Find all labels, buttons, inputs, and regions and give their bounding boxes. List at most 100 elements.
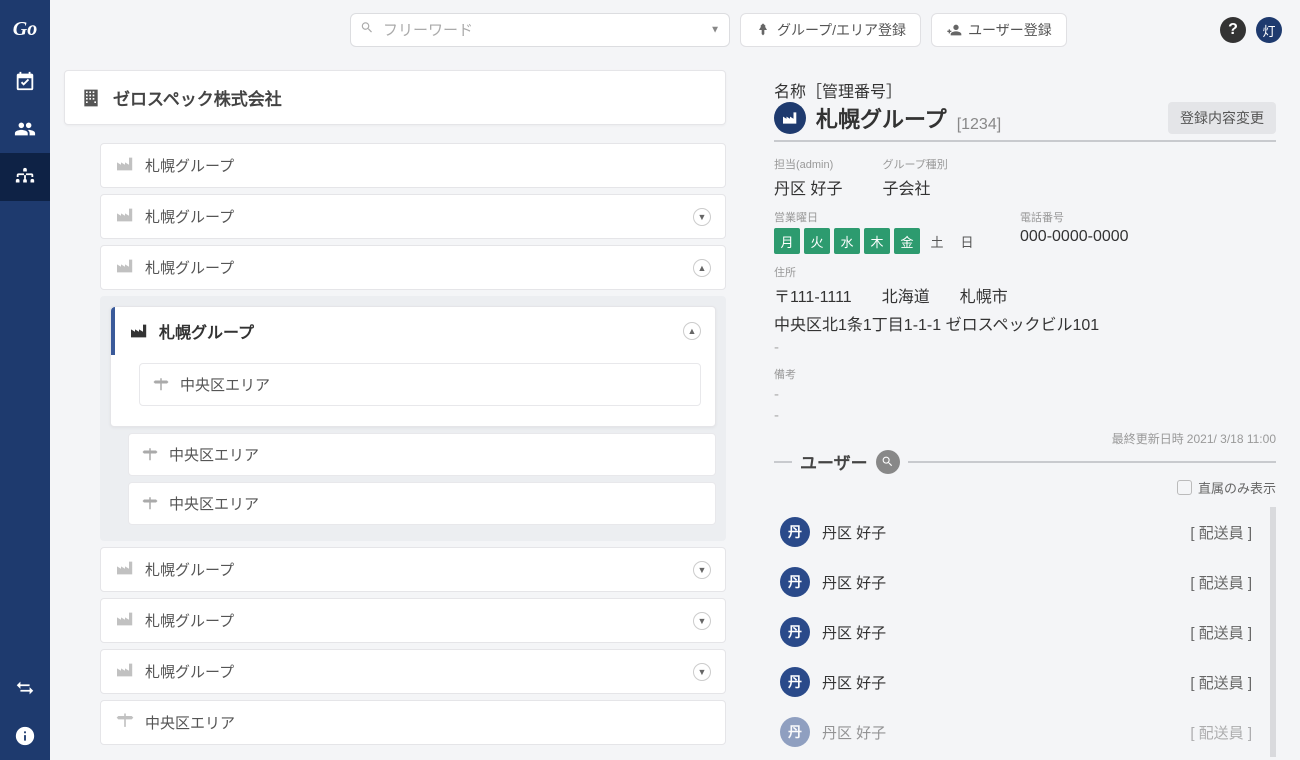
building-icon xyxy=(81,88,101,108)
user-name: 丹区 好子 xyxy=(822,522,886,543)
users-icon xyxy=(14,118,36,140)
detail-grid-2: 営業曜日 月 火 水 木 金 土 日 電話番号 000-0000-0000 xyxy=(774,209,1276,254)
type-field: グループ種別 子会社 xyxy=(882,156,947,199)
arrows-icon xyxy=(14,677,36,699)
info-icon xyxy=(14,725,36,747)
detail-grid: 担当(admin) 丹区 好子 グループ種別 子会社 xyxy=(774,156,1276,199)
detail-header: 札幌グループ [1234] 登録内容変更 xyxy=(774,102,1276,142)
avatar: 丹 xyxy=(780,567,810,597)
factory-icon xyxy=(115,662,135,682)
user-row[interactable]: 丹 丹区 好子 [ 配送員 ] xyxy=(774,607,1258,657)
factory-icon xyxy=(115,207,135,227)
day-fri: 金 xyxy=(894,228,920,254)
caret-down-icon[interactable]: ▼ xyxy=(710,25,720,36)
direct-only-label: 直属のみ表示 xyxy=(1198,478,1276,497)
address-block: 住所 〒111-1111 北海道 札幌市 中央区北1条1丁目1-1-1 ゼロスペ… xyxy=(774,264,1276,356)
btn-label: ユーザー登録 xyxy=(968,20,1052,40)
group-label: 札幌グループ xyxy=(145,610,234,631)
nav-users[interactable] xyxy=(0,105,50,153)
expand-toggle[interactable]: ▼ xyxy=(693,612,711,630)
factory-icon xyxy=(129,323,149,339)
nav-calendar[interactable] xyxy=(0,57,50,105)
prefecture: 北海道 xyxy=(882,283,930,307)
group-label: 札幌グループ xyxy=(145,257,234,278)
group-label: 札幌グループ xyxy=(145,559,234,580)
user-name: 丹区 好子 xyxy=(822,722,886,743)
pin-icon xyxy=(755,22,771,38)
search-input[interactable] xyxy=(350,13,730,47)
selected-group-row[interactable]: 札幌グループ ▲ xyxy=(111,307,715,355)
day-sat: 土 xyxy=(924,228,950,254)
zip: 〒111-1111 xyxy=(774,283,852,307)
group-row[interactable]: 札幌グループ ▼ xyxy=(100,598,726,643)
field-label: 備考 xyxy=(774,366,1276,382)
btn-label: グループ/エリア登録 xyxy=(777,20,906,40)
group-label: 札幌グループ xyxy=(145,155,234,176)
user-row[interactable]: 丹 丹区 好子 [ 配送員 ] xyxy=(774,507,1258,557)
group-row[interactable]: 札幌グループ ▼ xyxy=(100,194,726,239)
area-row[interactable]: 中央区エリア xyxy=(128,433,716,476)
group-row-expanded[interactable]: 札幌グループ ▲ xyxy=(100,245,726,290)
group-row[interactable]: 札幌グループ ▼ xyxy=(100,649,726,694)
divider xyxy=(774,461,792,463)
area-row[interactable]: 中央区エリア xyxy=(100,700,726,745)
days-row: 月 火 水 木 金 土 日 xyxy=(774,228,980,254)
user-section: ユーザー 直属のみ表示 丹 丹区 好子 [ 配送員 ] xyxy=(774,449,1276,757)
factory-icon xyxy=(115,156,135,176)
user-search-button[interactable] xyxy=(876,450,900,474)
nav-transfer[interactable] xyxy=(0,664,50,712)
area-row[interactable]: 中央区エリア xyxy=(139,363,701,406)
avatar: 丹 xyxy=(780,617,810,647)
topbar-right: ? 灯 xyxy=(1220,17,1282,43)
section-title: ユーザー xyxy=(800,449,868,474)
user-plus-icon xyxy=(946,22,962,38)
nav-org[interactable] xyxy=(0,153,50,201)
collapse-toggle[interactable]: ▲ xyxy=(693,259,711,277)
day-sun: 日 xyxy=(954,228,980,254)
tree-nested-card: 札幌グループ ▲ 中央区エリア xyxy=(110,306,716,427)
day-wed: 水 xyxy=(834,228,860,254)
empty-line: - xyxy=(774,339,1276,356)
collapse-toggle[interactable]: ▲ xyxy=(683,322,701,340)
day-thu: 木 xyxy=(864,228,890,254)
expand-toggle[interactable]: ▼ xyxy=(693,663,711,681)
direct-only-filter: 直属のみ表示 xyxy=(774,478,1276,497)
content: ゼロスペック株式会社 札幌グループ 札幌グループ ▼ 札幌グループ ▲ xyxy=(50,60,1300,760)
company-header[interactable]: ゼロスペック株式会社 xyxy=(64,70,726,125)
user-row[interactable]: 丹 丹区 好子 [ 配送員 ] xyxy=(774,557,1258,607)
expand-toggle[interactable]: ▼ xyxy=(693,208,711,226)
user-row[interactable]: 丹 丹区 好子 [ 配送員 ] xyxy=(774,657,1258,707)
nav-info[interactable] xyxy=(0,712,50,760)
group-badge xyxy=(774,102,806,134)
city: 札幌市 xyxy=(960,283,1008,307)
factory-icon xyxy=(781,111,799,125)
field-label: グループ種別 xyxy=(882,156,947,172)
register-group-area-button[interactable]: グループ/エリア登録 xyxy=(740,13,921,47)
direct-only-checkbox[interactable] xyxy=(1177,480,1192,495)
user-role: [ 配送員 ] xyxy=(1190,522,1252,543)
search-wrap: ▼ xyxy=(350,13,730,47)
edit-button[interactable]: 登録内容変更 xyxy=(1168,102,1276,134)
group-row[interactable]: 札幌グループ xyxy=(100,143,726,188)
user-row[interactable]: 丹 丹区 好子 [ 配送員 ] xyxy=(774,707,1258,757)
signpost-icon xyxy=(152,378,170,392)
field-value: 000-0000-0000 xyxy=(1020,228,1129,246)
search-icon xyxy=(881,455,894,468)
factory-icon xyxy=(115,560,135,580)
company-name: ゼロスペック株式会社 xyxy=(113,85,282,110)
brand-badge[interactable]: 灯 xyxy=(1256,17,1282,43)
area-label: 中央区エリア xyxy=(180,374,270,395)
user-list: 丹 丹区 好子 [ 配送員 ] 丹 丹区 好子 [ 配送員 ] 丹 丹区 好子 … xyxy=(774,507,1276,757)
register-user-button[interactable]: ユーザー登録 xyxy=(931,13,1067,47)
help-icon[interactable]: ? xyxy=(1220,17,1246,43)
factory-icon xyxy=(115,258,135,278)
user-role: [ 配送員 ] xyxy=(1190,622,1252,643)
area-row[interactable]: 中央区エリア xyxy=(128,482,716,525)
address-full: 中央区北1条1丁目1-1-1 ゼロスペックビル101 xyxy=(774,311,1276,335)
group-label: 札幌グループ xyxy=(145,206,234,227)
calendar-check-icon xyxy=(14,70,36,92)
expand-toggle[interactable]: ▼ xyxy=(693,561,711,579)
signpost-icon xyxy=(141,497,159,511)
day-mon: 月 xyxy=(774,228,800,254)
group-row[interactable]: 札幌グループ ▼ xyxy=(100,547,726,592)
